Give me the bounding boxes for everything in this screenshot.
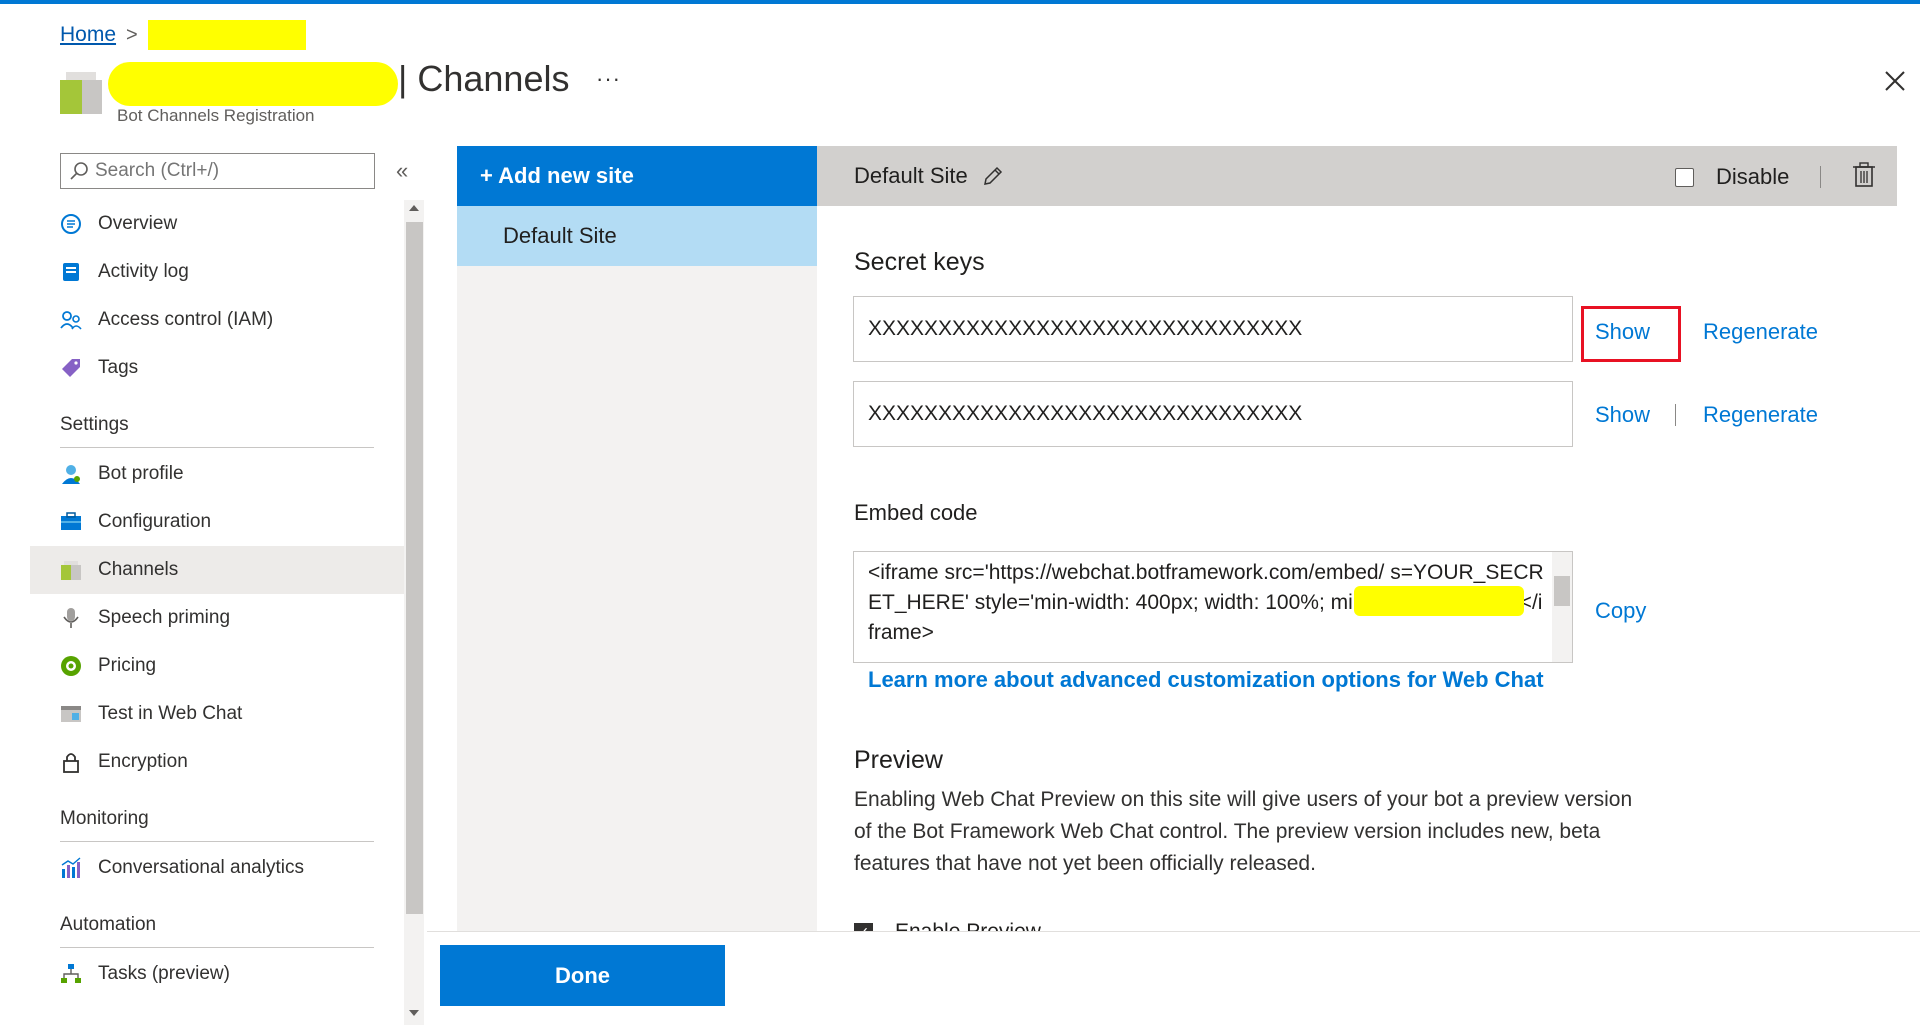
nav-item-label: Activity log (98, 261, 189, 282)
header-separator (1820, 166, 1821, 188)
nav-item-label: Tags (98, 357, 139, 378)
resource-menu: Overview Activity log Access control (IA… (30, 200, 404, 998)
site-details-body: Secret keys XXXXXXXXXXXXXXXXXXXXXXXXXXXX… (817, 206, 1897, 931)
nav-item-label: Access control (IAM) (98, 309, 274, 330)
lock-icon (60, 751, 82, 773)
footer-divider (427, 931, 1920, 932)
page-title: | Channels (398, 58, 570, 99)
nav-item-label: Configuration (98, 511, 212, 532)
nav-item-label: Test in Web Chat (98, 703, 243, 724)
embed-code-textarea[interactable]: <iframe src='https://webchat.botframewor… (853, 551, 1573, 663)
add-new-site-button[interactable]: + Add new site (457, 146, 817, 206)
nav-section-automation: Automation (30, 892, 404, 950)
access-control-icon (60, 309, 82, 331)
copy-embed-button[interactable]: Copy (1595, 598, 1646, 624)
nav-item-tags[interactable]: Tags (30, 344, 404, 392)
nav-item-label: Conversational analytics (98, 857, 304, 878)
preview-description: Enabling Web Chat Preview on this site w… (854, 788, 1633, 875)
nav-item-label: Pricing (98, 655, 157, 676)
enable-preview-checkbox[interactable]: ✓ (854, 922, 873, 931)
disable-label: Disable (1716, 164, 1790, 189)
nav-item-label: Bot profile (98, 463, 184, 484)
key-2-separator (1675, 404, 1676, 426)
site-item-default[interactable]: Default Site (457, 206, 817, 266)
embed-scrollbar[interactable] (1552, 552, 1572, 662)
configuration-icon (60, 511, 82, 533)
speech-priming-icon (60, 607, 82, 629)
redacted-resource-name (147, 20, 306, 50)
sites-list-panel: + Add new site Default Site (457, 146, 817, 931)
preview-heading: Preview (854, 746, 943, 774)
edit-pencil-icon[interactable] (982, 165, 1004, 187)
nav-item-activity-log[interactable]: Activity log (30, 248, 404, 296)
regenerate-key-1-button[interactable]: Regenerate (1703, 319, 1818, 345)
nav-scrollbar-thumb[interactable] (406, 222, 423, 914)
secret-key-2-field[interactable]: XXXXXXXXXXXXXXXXXXXXXXXXXXXXXXX (853, 381, 1573, 447)
activity-log-icon (60, 261, 82, 283)
more-options-button[interactable]: ··· (596, 66, 621, 92)
nav-item-tasks[interactable]: Tasks (preview) (30, 950, 404, 998)
analytics-icon (60, 857, 82, 879)
redacted-bot-id (1354, 586, 1524, 616)
disable-checkbox[interactable] (1675, 167, 1694, 187)
secret-key-1-field[interactable]: XXXXXXXXXXXXXXXXXXXXXXXXXXXXXXX (853, 296, 1573, 362)
search-box[interactable] (60, 153, 375, 189)
nav-item-label: Overview (98, 213, 178, 234)
nav-item-pricing[interactable]: Pricing (30, 642, 404, 690)
channels-icon (60, 559, 82, 581)
breadcrumb: Home > (60, 20, 306, 50)
show-key-2-button[interactable]: Show (1595, 402, 1650, 428)
nav-item-overview[interactable]: Overview (30, 200, 404, 248)
nav-item-channels[interactable]: Channels (30, 546, 404, 594)
nav-item-label: Channels (98, 559, 179, 580)
scroll-up-arrow-icon[interactable] (409, 205, 419, 211)
nav-section-monitoring: Monitoring (30, 786, 404, 844)
nav-item-test-web-chat[interactable]: Test in Web Chat (30, 690, 404, 738)
bot-profile-icon (60, 463, 82, 485)
show-key-1-highlight (1581, 306, 1681, 362)
tags-icon (60, 357, 82, 379)
search-icon (70, 162, 88, 180)
nav-item-bot-profile[interactable]: Bot profile (30, 450, 404, 498)
pricing-icon (60, 655, 82, 677)
nav-item-access-control[interactable]: Access control (IAM) (30, 296, 404, 344)
collapse-menu-button[interactable]: « (396, 158, 408, 184)
nav-item-label: Tasks (preview) (98, 963, 230, 984)
disable-toggle: Disable (1675, 164, 1789, 190)
top-accent-bar (0, 0, 1920, 4)
overview-icon (60, 213, 82, 235)
trash-icon[interactable] (1853, 162, 1875, 188)
nav-item-label: Encryption (98, 751, 188, 772)
enable-preview-toggle: ✓ Enable Preview (854, 920, 1041, 931)
breadcrumb-separator: > (126, 23, 138, 46)
nav-item-conversational-analytics[interactable]: Conversational analytics (30, 844, 404, 892)
test-web-chat-icon (60, 703, 82, 725)
embed-scrollbar-thumb[interactable] (1554, 576, 1570, 606)
secret-keys-heading: Secret keys (854, 248, 985, 276)
nav-item-encryption[interactable]: Encryption (30, 738, 404, 786)
redacted-title-name (108, 62, 398, 106)
learn-more-link[interactable]: Learn more about advanced customization … (868, 667, 1544, 693)
enable-preview-label: Enable Preview (895, 920, 1041, 931)
nav-item-configuration[interactable]: Configuration (30, 498, 404, 546)
site-name-title: Default Site (854, 163, 968, 188)
site-details-header: Default Site Disable (817, 146, 1897, 206)
tasks-icon (60, 963, 82, 985)
search-input[interactable] (95, 160, 345, 182)
bot-channels-resource-icon (60, 72, 102, 114)
scroll-down-arrow-icon[interactable] (409, 1010, 419, 1016)
regenerate-key-2-button[interactable]: Regenerate (1703, 402, 1818, 428)
breadcrumb-home-link[interactable]: Home (60, 23, 116, 47)
close-icon[interactable] (1880, 66, 1910, 96)
embed-code-heading: Embed code (854, 500, 978, 525)
nav-section-settings: Settings (30, 392, 404, 450)
page-subtitle: Bot Channels Registration (117, 106, 315, 125)
nav-item-speech-priming[interactable]: Speech priming (30, 594, 404, 642)
done-button[interactable]: Done (440, 945, 725, 1006)
nav-item-label: Speech priming (98, 607, 231, 628)
